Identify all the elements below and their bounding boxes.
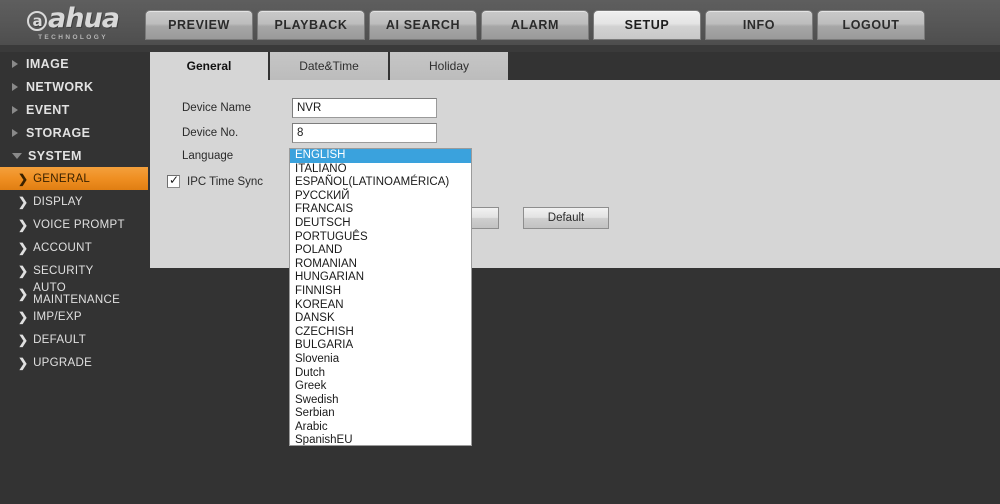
sidebar-item-display[interactable]: ❯ DISPLAY: [0, 190, 148, 213]
triangle-right-icon: [12, 128, 18, 137]
ipc-time-sync-checkbox[interactable]: [167, 173, 180, 188]
sidebar-item-label: UPGRADE: [33, 356, 93, 369]
nav-tab-logout[interactable]: LOGOUT: [817, 10, 925, 40]
language-option[interactable]: Swedish: [290, 394, 471, 408]
language-dropdown-list[interactable]: ENGLISH ITALIANO ESPAÑOL(LATINOAMÉRICA) РУС…: [289, 148, 472, 446]
logo-wordmark: a ahua: [27, 3, 120, 34]
language-option[interactable]: DEUTSCH: [290, 217, 471, 231]
chevron-right-icon: ❯: [18, 309, 29, 324]
chevron-right-icon: ❯: [18, 332, 29, 347]
device-no-label: Device No.: [182, 127, 239, 139]
language-option[interactable]: РУССКИЙ: [290, 190, 471, 204]
device-no-row: Device No.: [182, 123, 437, 143]
sidebar-item-label: VOICE PROMPT: [33, 218, 125, 231]
sidebar-item-account[interactable]: ❯ ACCOUNT: [0, 236, 148, 259]
sidebar-group-event[interactable]: EVENT: [0, 98, 148, 121]
language-option[interactable]: ITALIANO: [290, 163, 471, 177]
sidebar-item-label: DISPLAY: [33, 195, 83, 208]
chevron-right-icon: ❯: [18, 194, 29, 209]
language-option[interactable]: Arabic: [290, 421, 471, 435]
sidebar-group-label: IMAGE: [26, 56, 69, 71]
content-tab-date-time[interactable]: Date&Time: [270, 52, 390, 80]
general-settings-panel: Device Name Device No. Language IPC Time…: [150, 80, 1000, 268]
sidebar-item-label: GENERAL: [33, 172, 91, 185]
language-option[interactable]: CZECHISH: [290, 326, 471, 340]
sidebar-item-label: AUTO MAINTENANCE: [33, 281, 121, 306]
sidebar-item-auto-maintenance[interactable]: ❯ AUTO MAINTENANCE: [0, 281, 148, 306]
sidebar-group-storage[interactable]: STORAGE: [0, 121, 148, 144]
device-no-input[interactable]: [292, 123, 437, 143]
sidebar: IMAGE NETWORK EVENT STORAGE SYSTEM ❯ GENERAL ❯ D…: [0, 52, 148, 504]
logo-text: ahua: [48, 3, 120, 34]
language-option[interactable]: ENGLISH: [290, 149, 471, 163]
language-option[interactable]: KOREAN: [290, 299, 471, 313]
sidebar-group-label: SYSTEM: [28, 148, 82, 163]
sidebar-item-general[interactable]: ❯ GENERAL: [0, 167, 148, 190]
dahua-logo: a ahua TECHNOLOGY: [8, 2, 138, 44]
language-option[interactable]: Serbian: [290, 407, 471, 421]
language-option[interactable]: Dutch: [290, 367, 471, 381]
language-option[interactable]: DANSK: [290, 312, 471, 326]
chevron-right-icon: ❯: [18, 263, 29, 278]
sidebar-item-security[interactable]: ❯ SECURITY: [0, 259, 148, 282]
sidebar-group-label: EVENT: [26, 102, 70, 117]
nav-tab-playback[interactable]: PLAYBACK: [257, 10, 365, 40]
language-row: Language: [182, 150, 292, 162]
nav-tab-preview[interactable]: PREVIEW: [145, 10, 253, 40]
triangle-right-icon: [12, 82, 18, 91]
chevron-right-icon: ❯: [18, 217, 29, 232]
language-option[interactable]: Greek: [290, 380, 471, 394]
language-option[interactable]: FRANCAIS: [290, 203, 471, 217]
nav-tab-ai-search[interactable]: AI SEARCH: [369, 10, 477, 40]
nav-tab-info[interactable]: INFO: [705, 10, 813, 40]
sidebar-group-label: NETWORK: [26, 79, 94, 94]
sidebar-item-imp-exp[interactable]: ❯ IMP/EXP: [0, 305, 148, 328]
nav-tab-alarm[interactable]: ALARM: [481, 10, 589, 40]
sidebar-group-system[interactable]: SYSTEM: [0, 144, 148, 167]
header-divider: [0, 45, 1000, 52]
language-option[interactable]: ESPAÑOL(LATINOAMÉRICA): [290, 176, 471, 190]
sidebar-group-image[interactable]: IMAGE: [0, 52, 148, 75]
content-tab-bar: General Date&Time Holiday: [150, 52, 510, 80]
triangle-right-icon: [12, 105, 18, 114]
device-name-label: Device Name: [182, 102, 252, 114]
chevron-right-icon: ❯: [18, 171, 29, 186]
sidebar-item-label: ACCOUNT: [33, 241, 93, 254]
sidebar-item-label: IMP/EXP: [33, 310, 82, 323]
language-option[interactable]: ROMANIAN: [290, 258, 471, 272]
language-option[interactable]: HUNGARIAN: [290, 271, 471, 285]
sidebar-item-label: DEFAULT: [33, 333, 87, 346]
language-option[interactable]: BULGARIA: [290, 339, 471, 353]
device-name-row: Device Name: [182, 98, 437, 118]
app-header: a ahua TECHNOLOGY PREVIEW PLAYBACK AI SEARC…: [0, 0, 1000, 45]
sidebar-item-upgrade[interactable]: ❯ UPGRADE: [0, 351, 148, 374]
logo-a-badge-icon: a: [27, 11, 48, 31]
chevron-right-icon: ❯: [18, 286, 29, 301]
nav-tab-setup[interactable]: SETUP: [593, 10, 701, 40]
device-name-input[interactable]: [292, 98, 437, 118]
sidebar-group-label: STORAGE: [26, 125, 91, 140]
language-option[interactable]: FINNISH: [290, 285, 471, 299]
app-root: a ahua TECHNOLOGY PREVIEW PLAYBACK AI SEARC…: [0, 0, 1000, 504]
main-nav-tabs: PREVIEW PLAYBACK AI SEARCH ALARM SETUP INFO LO…: [145, 10, 929, 40]
chevron-right-icon: ❯: [18, 240, 29, 255]
language-label: Language: [182, 150, 234, 162]
logo-tagline: TECHNOLOGY: [38, 34, 108, 41]
triangle-down-icon: [12, 152, 22, 159]
sidebar-item-voice-prompt[interactable]: ❯ VOICE PROMPT: [0, 213, 148, 236]
language-option[interactable]: PORTUGUÊS: [290, 231, 471, 245]
sidebar-group-network[interactable]: NETWORK: [0, 75, 148, 98]
language-option[interactable]: SpanishEU: [290, 434, 471, 445]
language-option[interactable]: POLAND: [290, 244, 471, 258]
chevron-right-icon: ❯: [18, 355, 29, 370]
ipc-time-sync-label: IPC Time Sync: [187, 175, 264, 188]
triangle-right-icon: [12, 59, 18, 68]
content-tab-holiday[interactable]: Holiday: [390, 52, 510, 80]
sidebar-item-default[interactable]: ❯ DEFAULT: [0, 328, 148, 351]
default-button[interactable]: Default: [523, 207, 609, 229]
content-tab-general[interactable]: General: [150, 52, 270, 80]
ipc-time-sync-row[interactable]: IPC Time Sync: [167, 173, 264, 188]
sidebar-item-label: SECURITY: [33, 264, 94, 277]
language-option[interactable]: Slovenia: [290, 353, 471, 367]
